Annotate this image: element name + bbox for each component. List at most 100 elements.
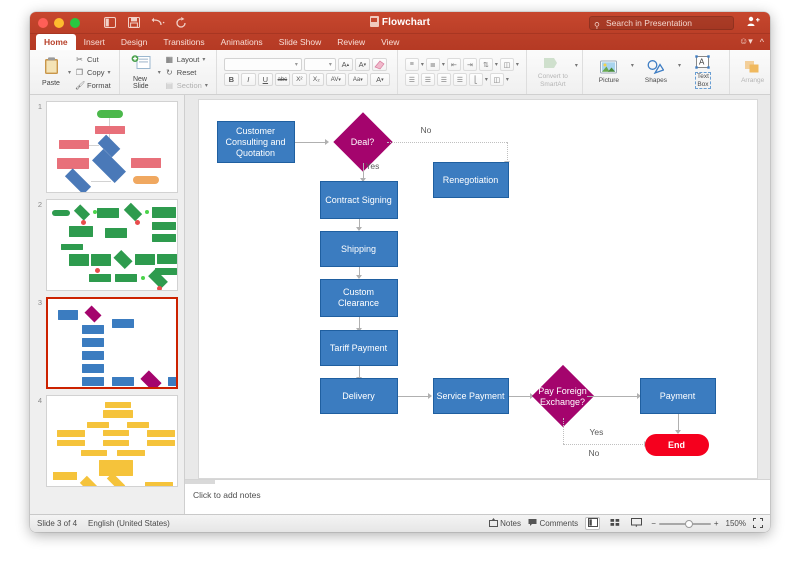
underline-button[interactable]: U: [257, 73, 273, 86]
line-spacing-dropdown-icon[interactable]: ▾: [495, 61, 498, 68]
node-contract-signing[interactable]: Contract Signing: [319, 181, 398, 219]
node-payment[interactable]: Payment: [639, 378, 716, 414]
thumbnail-row-2[interactable]: 2: [30, 197, 184, 295]
zoom-in-button[interactable]: +: [714, 519, 719, 528]
notes-pane[interactable]: Click to add notes: [185, 479, 770, 517]
font-name-input[interactable]: ▾: [223, 58, 302, 71]
search-input[interactable]: ⚲ Search in Presentation: [589, 16, 734, 30]
section-button[interactable]: ▤ Section ▾: [163, 79, 210, 91]
text-direction-dropdown-icon[interactable]: ▾: [485, 76, 488, 83]
slide-sorter-view-button[interactable]: [607, 517, 622, 530]
columns-dropdown-icon[interactable]: ▾: [516, 61, 519, 68]
copy-button[interactable]: ❐ Copy ▾: [73, 66, 113, 78]
shrink-font-button[interactable]: A ▾: [354, 58, 370, 71]
tab-design[interactable]: Design: [113, 34, 155, 50]
subscript-button[interactable]: X₂: [308, 73, 324, 86]
slideshow-view-button[interactable]: [629, 517, 644, 530]
character-spacing-button[interactable]: AV ▾: [325, 73, 346, 86]
node-end[interactable]: End: [644, 434, 709, 456]
comments-button[interactable]: Comments: [528, 518, 578, 529]
bullets-button[interactable]: ≡: [404, 58, 419, 71]
edge-label-no-top: No: [420, 125, 432, 135]
picture-button[interactable]: Picture: [587, 52, 631, 92]
align-text-button[interactable]: ◫: [489, 73, 504, 86]
zoom-knob[interactable]: [684, 519, 693, 528]
slide-canvas[interactable]: Customer Consulting and Quotation Deal? …: [197, 99, 758, 479]
zoom-track[interactable]: [658, 519, 711, 528]
tab-transitions[interactable]: Transitions: [155, 34, 212, 50]
align-left-button[interactable]: ☰: [404, 73, 419, 86]
section-dropdown-icon[interactable]: ▾: [205, 82, 208, 89]
grow-font-button[interactable]: A ▴: [337, 58, 353, 71]
zoom-out-button[interactable]: −: [651, 519, 656, 528]
zoom-slider[interactable]: − +: [651, 519, 718, 528]
align-justify-button[interactable]: ☰: [452, 73, 467, 86]
slide-thumbnail-1[interactable]: [46, 101, 178, 193]
new-slide-button[interactable]: New Slide: [124, 52, 158, 92]
shapes-button[interactable]: Shapes: [634, 52, 678, 92]
tab-view[interactable]: View: [373, 34, 407, 50]
superscript-button[interactable]: X²: [291, 73, 307, 86]
arrange-button[interactable]: Arrange: [734, 52, 770, 92]
strikethrough-button[interactable]: abc: [274, 73, 290, 86]
chevron-up-icon[interactable]: ^: [760, 37, 764, 47]
line-spacing-button[interactable]: ⇅: [478, 58, 493, 71]
node-service-payment[interactable]: Service Payment: [432, 378, 509, 414]
line-spacing-icon: ⇅: [482, 61, 489, 69]
thumbnail-row-1[interactable]: 1: [30, 99, 184, 197]
layout-button[interactable]: ▦ Layout ▾: [163, 53, 210, 65]
text-direction-button[interactable]: ⎣: [468, 73, 483, 86]
align-justify-icon: ☰: [456, 76, 463, 84]
share-person-icon[interactable]: [747, 16, 760, 30]
slide-number-4: 4: [37, 396, 42, 405]
node-delivery[interactable]: Delivery: [319, 378, 398, 414]
section-label: Section: [176, 80, 202, 90]
language-indicator[interactable]: English (United States): [88, 519, 170, 528]
copy-dropdown-icon[interactable]: ▾: [108, 69, 111, 76]
bullets-dropdown-icon[interactable]: ▾: [421, 61, 424, 68]
align-text-dropdown-icon[interactable]: ▾: [506, 76, 509, 83]
change-case-button[interactable]: Aa ▾: [347, 73, 368, 86]
paste-button[interactable]: Paste: [34, 52, 68, 92]
font-color-button[interactable]: A ▾: [369, 73, 390, 86]
node-end-label: End: [668, 440, 685, 450]
layout-dropdown-icon[interactable]: ▾: [202, 56, 205, 63]
format-painter-button[interactable]: 🖌 Format: [73, 79, 113, 91]
node-customer-consulting[interactable]: Customer Consulting and Quotation: [216, 121, 295, 163]
indent-decrease-button[interactable]: ⇤: [446, 58, 461, 71]
smartart-dropdown-icon[interactable]: ▾: [575, 62, 578, 69]
tab-animations[interactable]: Animations: [213, 34, 271, 50]
node-shipping[interactable]: Shipping: [319, 231, 398, 267]
align-right-button[interactable]: ☰: [436, 73, 451, 86]
columns-button[interactable]: ◫: [499, 58, 514, 71]
text-box-button[interactable]: A Text Box: [681, 52, 725, 92]
notes-button[interactable]: Notes: [488, 518, 521, 529]
thumbnail-row-4[interactable]: 4: [30, 393, 184, 491]
fit-to-window-icon[interactable]: [753, 517, 763, 530]
indent-increase-button[interactable]: ⇥: [462, 58, 477, 71]
align-center-button[interactable]: ☰: [420, 73, 435, 86]
normal-view-button[interactable]: [585, 517, 601, 530]
tab-insert[interactable]: Insert: [76, 34, 113, 50]
slide-thumbnail-2[interactable]: [46, 199, 178, 291]
node-custom-clearance[interactable]: Custom Clearance: [319, 279, 398, 317]
font-size-input[interactable]: ▾: [303, 58, 336, 71]
slide-thumbnail-panel[interactable]: 1 2 3 4: [30, 95, 185, 514]
bold-button[interactable]: B: [223, 73, 239, 86]
slide-thumbnail-4[interactable]: [46, 395, 178, 487]
tab-review[interactable]: Review: [329, 34, 373, 50]
node-renegotiation[interactable]: Renegotiation: [432, 162, 509, 198]
reset-button[interactable]: ↻ Reset: [163, 66, 210, 78]
thumbnail-row-3[interactable]: 3: [30, 295, 184, 393]
node-tariff-payment[interactable]: Tariff Payment: [319, 330, 398, 366]
numbering-dropdown-icon[interactable]: ▾: [442, 61, 445, 68]
italic-button[interactable]: I: [240, 73, 256, 86]
slide-thumbnail-3[interactable]: [46, 297, 178, 389]
clear-formatting-button[interactable]: [371, 58, 387, 71]
tab-slide-show[interactable]: Slide Show: [271, 34, 330, 50]
numbering-button[interactable]: ≣: [425, 58, 440, 71]
smiley-icon[interactable]: ☺▾: [739, 36, 753, 47]
cut-button[interactable]: ✂ Cut: [73, 53, 113, 65]
convert-to-smartart-button[interactable]: Convert to SmartArt: [531, 52, 575, 92]
tab-home[interactable]: Home: [36, 34, 76, 50]
